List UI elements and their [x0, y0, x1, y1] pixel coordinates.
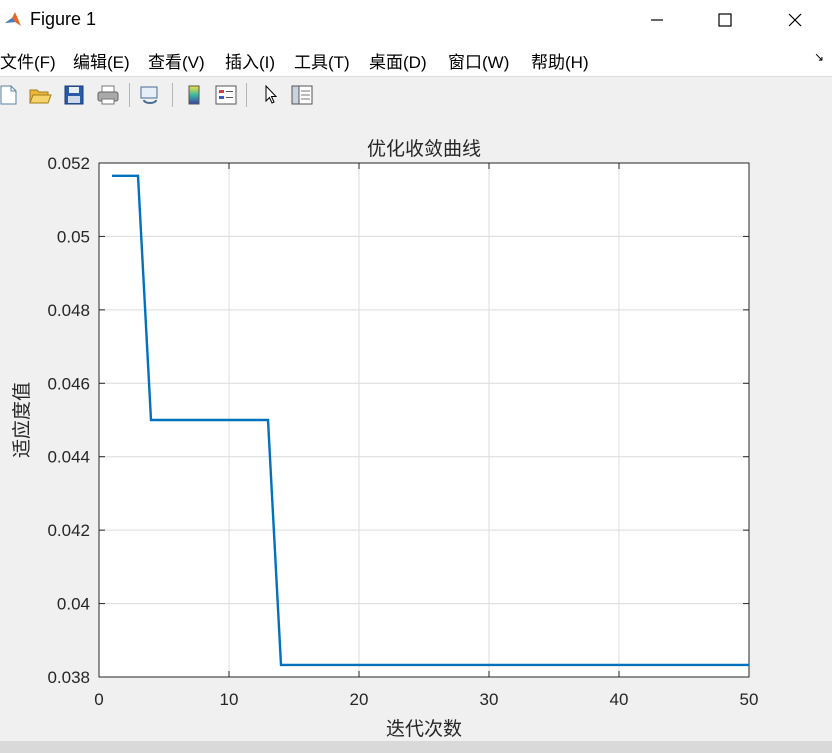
x-tick-label: 40 [610, 690, 629, 709]
y-tick-label: 0.038 [47, 668, 90, 687]
window-title: Figure 1 [30, 9, 97, 29]
toolbar-separator [172, 83, 173, 107]
convergence-chart: 0 10 20 30 40 50 0.038 0.04 0.042 0.044 0.046 0.048… [11, 138, 759, 740]
toolbar-separator [246, 83, 247, 107]
close-icon [788, 13, 802, 27]
x-tick-label: 0 [94, 690, 103, 709]
y-axis-label: 适应度值 [11, 382, 33, 458]
y-tick-label: 0.052 [47, 154, 90, 173]
window-titlebar: Figure 1 [0, 0, 832, 40]
link-plot-icon[interactable] [136, 81, 164, 109]
y-tick-label: 0.046 [47, 374, 90, 393]
save-icon[interactable] [60, 81, 88, 109]
maximize-button[interactable] [696, 0, 754, 40]
dock-arrow-icon[interactable]: ↘ [814, 50, 824, 64]
figure-toolbar [0, 76, 832, 114]
y-tick-label: 0.042 [47, 521, 90, 540]
print-icon[interactable] [94, 81, 122, 109]
x-tick-label: 30 [480, 690, 499, 709]
menu-desktop[interactable]: 桌面(D) [369, 48, 427, 73]
legend-icon[interactable] [212, 81, 240, 109]
property-inspector-icon[interactable] [288, 81, 316, 109]
y-tick-label: 0.044 [47, 448, 90, 467]
menu-window[interactable]: 窗口(W) [448, 48, 509, 73]
x-axis-label: 迭代次数 [386, 718, 462, 740]
menu-help[interactable]: 帮助(H) [531, 48, 589, 73]
edit-plot-arrow-icon[interactable] [256, 81, 284, 109]
menu-bar: 文件(F) 编辑(E) 查看(V) 插入(I) 工具(T) 桌面(D) 窗口(W… [0, 44, 832, 74]
y-tick-label: 0.048 [47, 301, 90, 320]
minimize-button[interactable] [628, 0, 686, 40]
x-tick-label: 20 [350, 690, 369, 709]
y-tick-label: 0.05 [57, 227, 90, 246]
menu-file[interactable]: 文件(F) [0, 48, 56, 73]
maximize-icon [718, 13, 732, 27]
menu-view[interactable]: 查看(V) [148, 48, 205, 73]
figure-canvas[interactable]: 0 10 20 30 40 50 0.038 0.04 0.042 0.044 0.046 0.048… [0, 113, 832, 741]
colorbar-icon[interactable] [180, 81, 208, 109]
menu-tools[interactable]: 工具(T) [294, 48, 350, 73]
menu-insert[interactable]: 插入(I) [225, 48, 275, 73]
close-button[interactable] [766, 0, 824, 40]
x-tick-label: 10 [220, 690, 239, 709]
menu-edit[interactable]: 编辑(E) [73, 48, 130, 73]
x-tick-label: 50 [740, 690, 759, 709]
new-figure-icon[interactable] [0, 81, 22, 109]
chart-title: 优化收敛曲线 [367, 138, 481, 160]
minimize-icon [651, 19, 663, 21]
matlab-logo-icon [3, 9, 23, 29]
y-tick-label: 0.04 [57, 595, 90, 614]
window-bottom-edge [0, 741, 832, 753]
toolbar-separator [129, 83, 130, 107]
open-file-icon[interactable] [26, 81, 54, 109]
